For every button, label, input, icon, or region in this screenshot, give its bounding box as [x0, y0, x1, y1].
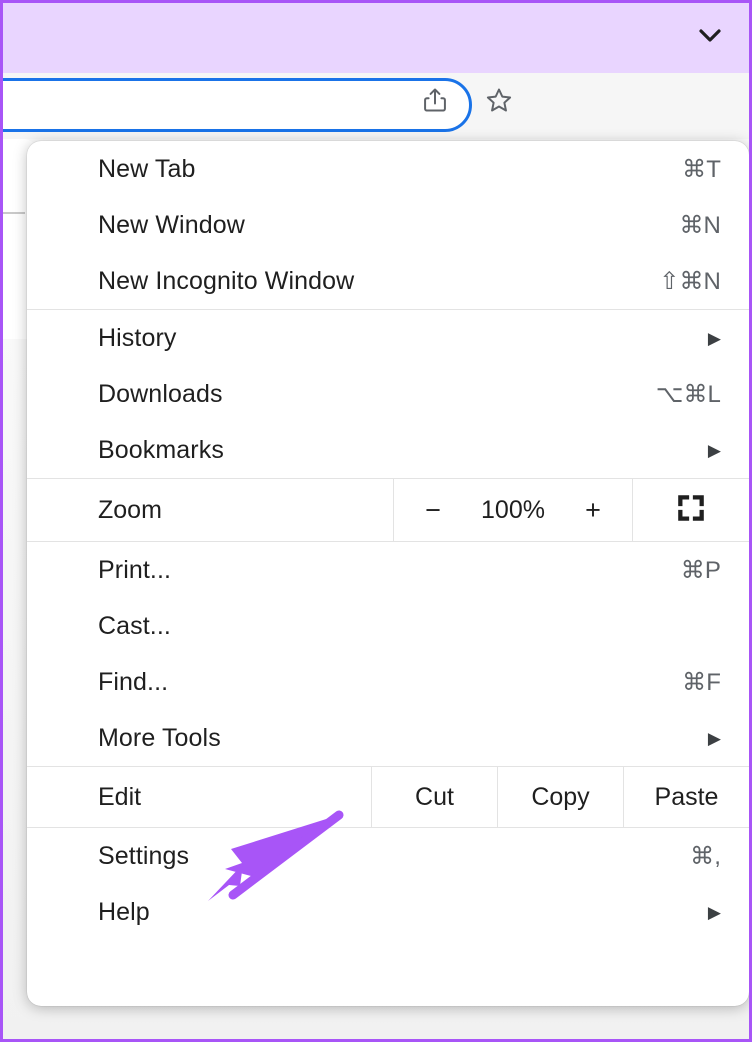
menu-item-shortcut: ⌘N — [679, 211, 721, 240]
menu-item-shortcut: ⇧⌘N — [659, 267, 721, 296]
menu-item-shortcut: ⌘, — [690, 842, 721, 871]
zoom-controls: − 100% + — [393, 479, 633, 541]
menu-item-new-incognito-window[interactable]: New Incognito Window ⇧⌘N — [27, 253, 749, 309]
menu-item-label: History — [98, 324, 708, 353]
menu-item-label: Find... — [98, 668, 682, 697]
zoom-row: Zoom − 100% + — [27, 479, 749, 541]
menu-item-help[interactable]: Help ▶ — [27, 884, 749, 940]
menu-item-shortcut: ⌘F — [682, 668, 721, 697]
menu-section-edit: Edit Cut Copy Paste — [27, 766, 749, 827]
submenu-arrow-icon: ▶ — [708, 330, 721, 347]
menu-item-more-tools[interactable]: More Tools ▶ — [27, 710, 749, 766]
menu-item-find[interactable]: Find... ⌘F — [27, 654, 749, 710]
purple-banner — [3, 3, 749, 73]
menu-section-browsing-data: History ▶ Downloads ⌥⌘L Bookmarks ▶ — [27, 309, 749, 478]
cut-button[interactable]: Cut — [371, 767, 497, 827]
menu-item-bookmarks[interactable]: Bookmarks ▶ — [27, 422, 749, 478]
share-icon[interactable] — [421, 86, 449, 114]
address-bar[interactable] — [0, 78, 472, 132]
edit-label: Edit — [27, 767, 371, 827]
menu-item-settings[interactable]: Settings ⌘, — [27, 828, 749, 884]
menu-item-new-window[interactable]: New Window ⌘N — [27, 197, 749, 253]
menu-item-cast[interactable]: Cast... — [27, 598, 749, 654]
menu-item-label: Help — [98, 898, 708, 927]
star-icon[interactable] — [485, 86, 513, 114]
edit-row: Edit Cut Copy Paste — [27, 767, 749, 827]
browser-toolbar — [3, 73, 749, 139]
submenu-arrow-icon: ▶ — [708, 730, 721, 747]
menu-item-label: New Incognito Window — [98, 267, 659, 296]
menu-item-new-tab[interactable]: New Tab ⌘T — [27, 141, 749, 197]
copy-button[interactable]: Copy — [497, 767, 623, 827]
menu-item-shortcut: ⌘P — [681, 556, 721, 585]
menu-item-label: New Tab — [98, 155, 682, 184]
menu-item-label: Bookmarks — [98, 436, 708, 465]
zoom-label: Zoom — [27, 479, 393, 541]
menu-item-print[interactable]: Print... ⌘P — [27, 542, 749, 598]
menu-section-tools: Print... ⌘P Cast... Find... ⌘F More Tool… — [27, 541, 749, 766]
menu-item-label: Cast... — [98, 612, 721, 641]
menu-section-zoom: Zoom − 100% + — [27, 478, 749, 541]
chevron-down-icon[interactable] — [699, 29, 721, 43]
menu-section-new: New Tab ⌘T New Window ⌘N New Incognito W… — [27, 141, 749, 309]
submenu-arrow-icon: ▶ — [708, 442, 721, 459]
menu-item-shortcut: ⌘T — [682, 155, 721, 184]
fullscreen-button[interactable] — [633, 479, 749, 541]
paste-button[interactable]: Paste — [623, 767, 749, 827]
zoom-level-value: 100% — [474, 496, 552, 525]
chrome-main-menu: New Tab ⌘T New Window ⌘N New Incognito W… — [27, 141, 749, 1006]
menu-section-settings: Settings ⌘, Help ▶ — [27, 827, 749, 940]
menu-item-label: Print... — [98, 556, 681, 585]
menu-item-label: Downloads — [98, 380, 656, 409]
menu-item-label: Settings — [98, 842, 690, 871]
menu-item-label: New Window — [98, 211, 679, 240]
zoom-in-button[interactable]: + — [582, 497, 604, 524]
menu-item-downloads[interactable]: Downloads ⌥⌘L — [27, 366, 749, 422]
submenu-arrow-icon: ▶ — [708, 904, 721, 921]
fullscreen-icon — [675, 492, 707, 529]
menu-item-history[interactable]: History ▶ — [27, 310, 749, 366]
browser-window-screenshot: New Tab ⌘T New Window ⌘N New Incognito W… — [0, 0, 752, 1042]
menu-item-shortcut: ⌥⌘L — [656, 380, 721, 409]
zoom-out-button[interactable]: − — [422, 497, 444, 524]
menu-item-label: More Tools — [98, 724, 708, 753]
page-divider-line — [3, 212, 25, 214]
